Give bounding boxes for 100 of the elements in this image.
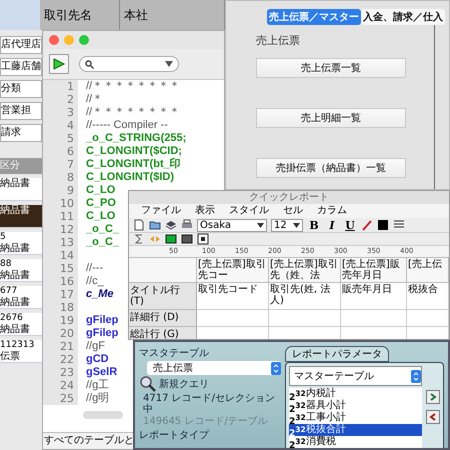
code-line: //＊＊＊＊＊＊＊＊ [86,106,180,119]
chevron-right-icon [429,393,437,401]
line-number: 17 [59,288,75,301]
code-line: C_LONGINT(bt_印 [86,158,181,171]
sum-icon[interactable] [133,233,145,245]
add-button[interactable] [426,390,440,404]
line-number: 15 [59,262,75,275]
remove-button[interactable] [426,410,440,424]
style-button[interactable]: B [307,218,321,232]
table-cell: 販売年月日 [341,283,407,310]
code-line: _o_C_STRING(255; [86,132,186,145]
field-value: 分類 [0,80,42,98]
code-line: _o_C_ [86,236,120,249]
field-item[interactable]: 2$^{32}$工事小計 [289,412,422,424]
field-value: 請求 [0,124,42,142]
code-line: //--- [86,262,104,275]
code-line: C_PO [86,197,116,210]
tab[interactable]: 入金、請求／仕入 [361,9,445,25]
scrollbar [83,411,123,419]
caret-icon[interactable] [165,61,173,67]
code-line: //c_ [86,275,104,288]
line-number: 19 [59,314,75,327]
header-corner [0,0,40,30]
list-button[interactable]: 売上伝票一覧 [256,58,406,78]
list-row[interactable]: 677 納品書 [0,286,42,309]
section-title: 売上伝票 [256,33,301,48]
row-label: 総計行 (G) [129,327,197,339]
code-line: //g明 [86,392,110,405]
field-item[interactable]: 2$^{32}$税抜合計 [289,424,422,436]
list-row[interactable]: 5 納品書 [0,232,42,255]
style-button[interactable]: I [325,218,339,232]
search-field[interactable] [79,56,179,72]
field-value: 営業担 [0,102,42,120]
grid-icon[interactable] [181,233,193,245]
frame-icon[interactable] [197,233,209,245]
row-label: タイトル行 (T) [129,283,197,310]
code-line: C_LONGINT($ID) [86,171,174,184]
column-header: 本社 [120,0,225,30]
menu-item[interactable]: セル [283,204,303,218]
list-row[interactable]: 88 納品書 [0,259,42,282]
grid-icon[interactable] [165,233,177,245]
code-line: c_Me [86,288,114,301]
spinner-icon [271,362,281,374]
list-button[interactable]: 売掛伝票（納品書）一覧 [256,158,406,178]
field-item[interactable]: 2$^{32}$器具小計 [289,400,422,412]
magnifier-icon[interactable] [139,376,157,392]
list-row[interactable]: 納品書 [0,178,42,201]
table-select[interactable]: マスターテーブル [289,366,422,386]
code-line: //＊＊＊＊＊＊＊＊ [86,80,180,93]
table-select[interactable]: 売上伝票 [147,361,281,375]
menu-item[interactable]: スタイル [229,204,269,218]
line-number: 7 [66,158,75,171]
caret-icon [293,222,300,228]
record-count: 149645 レコード/テーブル [143,416,269,427]
code-line: gSelR [86,366,118,379]
code-line: //----- Compiler -- [86,119,168,132]
line-number: 24 [59,379,75,392]
size-select[interactable]: 12 [271,218,303,232]
line-number: 16 [59,275,75,288]
list-button[interactable]: 売上明細一覧 [256,108,406,128]
line-number: 2 [66,93,75,106]
line-number: 13 [59,236,75,249]
list-row[interactable]: 112313 伝票 [0,340,42,363]
table-cell [341,310,407,327]
printer-icon[interactable] [181,219,193,231]
table-cell [407,310,449,327]
record-count: 4717 レコード/セレクション中 [143,393,276,415]
caret-icon [257,222,264,228]
run-button[interactable] [49,54,69,74]
line-number: 4 [66,119,75,132]
list-row[interactable]: 納品書 [0,205,42,228]
table-cell: 取引先(姓, 法人) [269,283,341,310]
menu-item[interactable]: カラム [317,204,347,218]
line-number: 8 [66,171,75,184]
list-row[interactable]: 2676 納品書 [0,313,42,336]
code-line: //g工 [86,379,110,392]
field-item[interactable]: 2$^{32}$内税計 [289,388,422,400]
tab[interactable]: 売上伝票／マスター [267,9,361,25]
field-item[interactable]: 2$^{32}$消費税 [289,436,422,448]
line-number: 5 [66,132,75,145]
table-cell: 税抜合 [407,283,449,310]
row-label: 詳細行 (D) [129,310,197,327]
line-number: 12 [59,223,75,236]
line-number: 10 [59,197,75,210]
pen-icon[interactable] [361,219,373,231]
line-number: 22 [59,353,75,366]
column-header: [売上伝票]取引先コー [197,258,269,283]
chevron-left-icon [429,413,437,421]
line-number: 11 [59,210,75,223]
line-number: 6 [66,145,75,158]
stack-icon[interactable] [165,219,177,231]
section-title: マスタテーブル [139,346,210,360]
menu-item[interactable]: 表示 [195,204,215,218]
field-value: 店代理店 [0,36,42,54]
search-icon [85,60,94,68]
style-button[interactable]: U [343,218,357,232]
menu-item[interactable]: ファイル [141,204,181,218]
color-swatch-icon[interactable] [377,219,389,231]
table-cell: 取引先コード [197,283,269,310]
font-select[interactable]: Osaka [197,218,267,232]
